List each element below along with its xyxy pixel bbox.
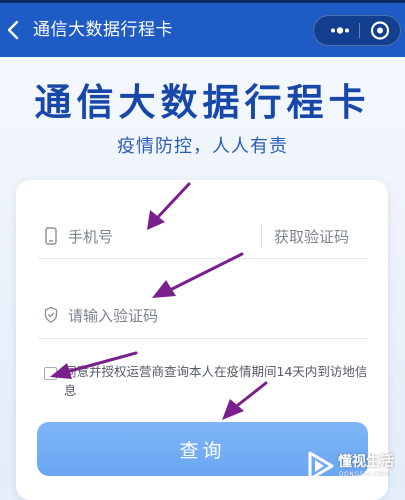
- phone-field: 获取验证码: [38, 218, 368, 259]
- agreement-checkbox[interactable]: [44, 367, 57, 380]
- agreement-text: 同意并授权运营商查询本人在疫情期间14天内到访地信息: [64, 364, 368, 398]
- page-title: 通信大数据行程卡: [34, 81, 371, 124]
- code-field: [38, 297, 368, 339]
- page-subtitle: 疫情防控，人人有责: [117, 136, 288, 157]
- phone-input[interactable]: [68, 223, 248, 251]
- more-dots-icon[interactable]: [322, 16, 358, 45]
- capsule-menu: [313, 15, 401, 46]
- play-triangle-logo: [308, 451, 334, 481]
- phone-icon: [45, 227, 57, 245]
- code-input[interactable]: [68, 302, 348, 330]
- field-divider: [261, 224, 262, 248]
- watermark: 懂视生活 DONGSHI.COM: [306, 449, 404, 483]
- chevron-left-icon[interactable]: [4, 17, 22, 43]
- watermark-text: 懂视生活: [338, 454, 394, 470]
- navigation-bar: 通信大数据行程卡: [0, 0, 405, 57]
- shield-icon: [44, 306, 58, 323]
- capsule-divider: [359, 23, 360, 38]
- target-circle-icon[interactable]: [362, 16, 398, 45]
- watermark-subtext: DONGSHI.COM: [339, 471, 390, 478]
- get-code-button[interactable]: 获取验证码: [274, 223, 349, 251]
- nav-title: 通信大数据行程卡: [33, 20, 173, 40]
